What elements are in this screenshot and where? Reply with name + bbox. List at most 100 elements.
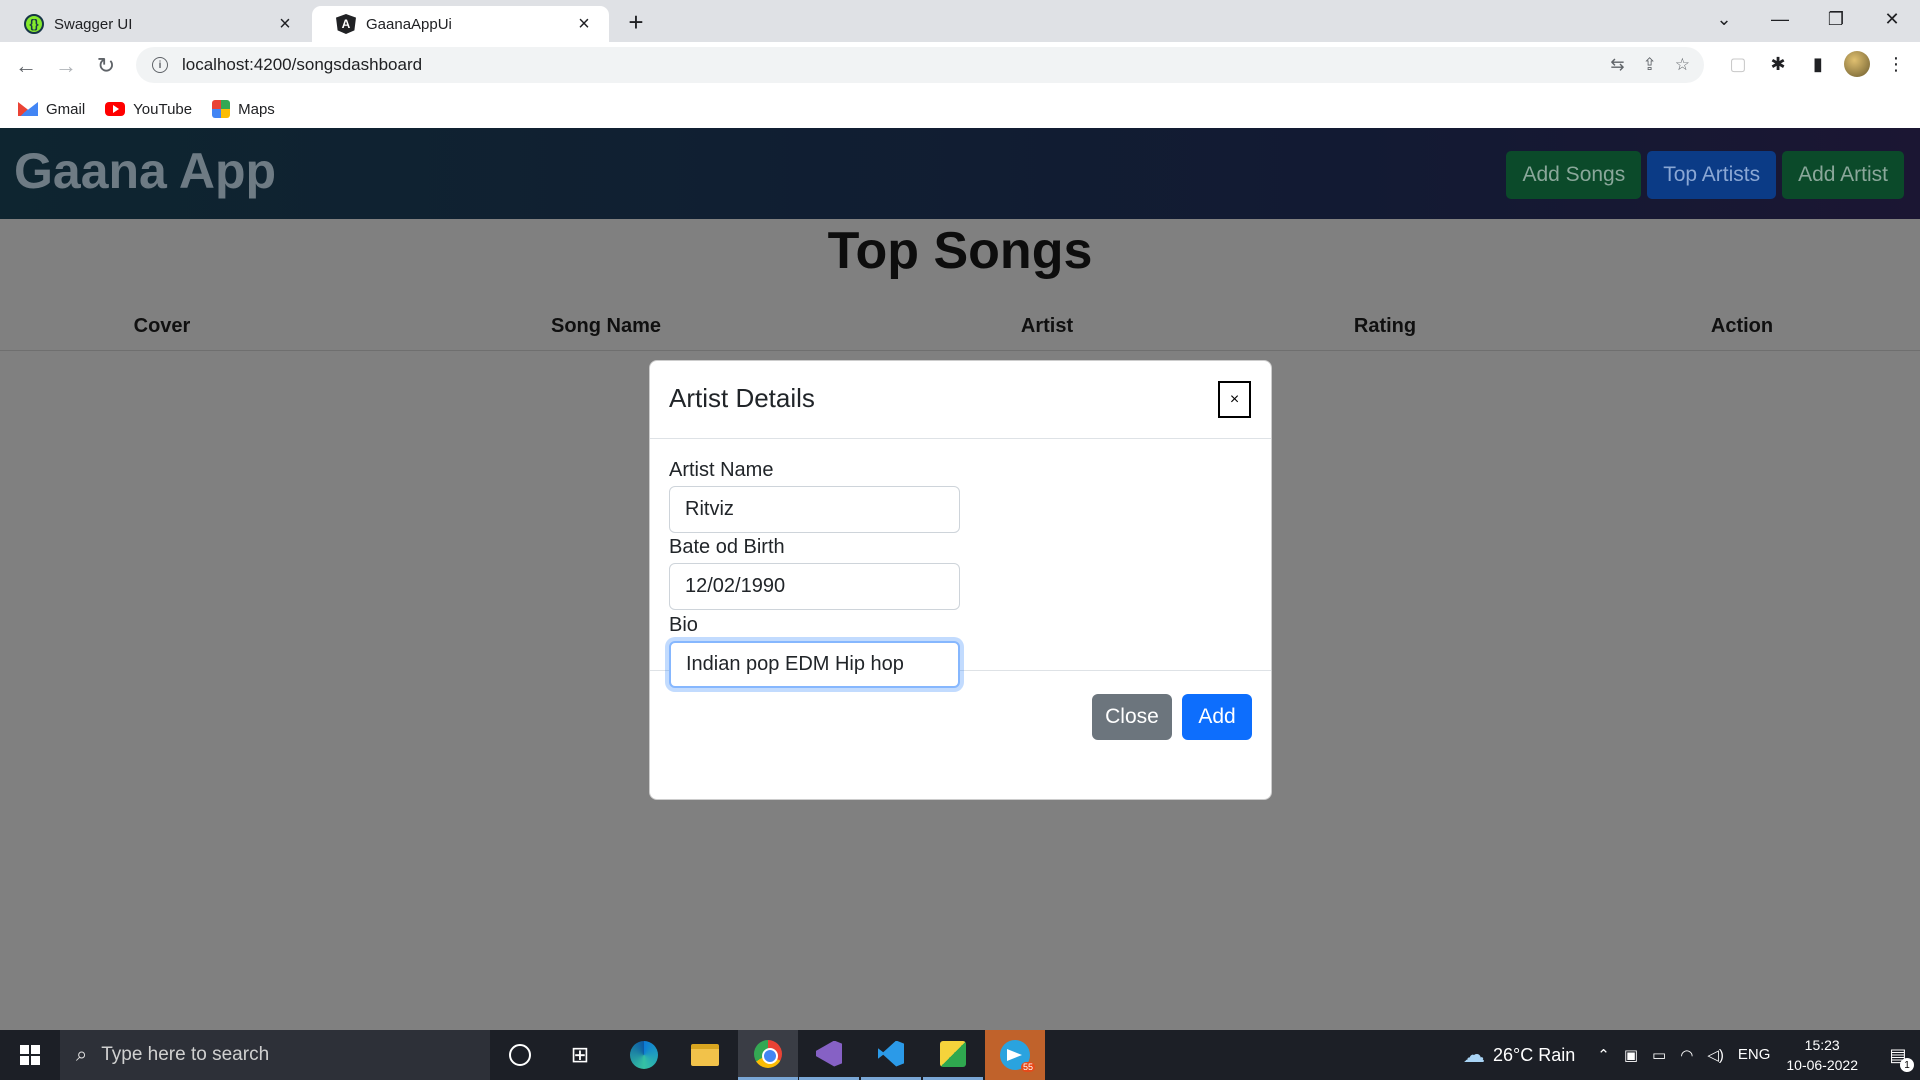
visual-studio-icon — [816, 1040, 842, 1067]
minimize-icon[interactable]: — — [1752, 0, 1808, 38]
tab-swagger-ui[interactable]: {} Swagger UI × — [0, 6, 310, 42]
top-artists-button[interactable]: Top Artists — [1647, 151, 1777, 199]
forward-icon[interactable]: → — [50, 50, 82, 82]
modal-body: Artist Name Ritviz Bate od Birth 12/02/1… — [650, 439, 1271, 688]
telegram-badge: 55 — [1020, 1062, 1035, 1072]
date-of-birth-label: Bate od Birth — [669, 536, 785, 558]
close-button[interactable]: Close — [1092, 694, 1172, 740]
taskbar-clock[interactable]: 15:23 10-06-2022 — [1786, 1035, 1858, 1075]
add-songs-button[interactable]: Add Songs — [1506, 151, 1642, 199]
url-text[interactable]: localhost:4200/songsdashboard — [182, 55, 422, 75]
extension-icon[interactable]: ▢ — [1724, 50, 1752, 78]
column-header-action: Action — [1710, 315, 1774, 337]
share-icon[interactable]: ⇪ — [1643, 55, 1657, 75]
add-artist-button[interactable]: Add Artist — [1782, 151, 1904, 199]
clock-date: 10-06-2022 — [1786, 1057, 1858, 1073]
bookmark-label: Maps — [238, 100, 275, 118]
bookmark-gmail[interactable]: Gmail — [18, 101, 85, 118]
back-icon[interactable]: ← — [10, 50, 42, 82]
visual-studio-taskbar-button[interactable] — [799, 1030, 859, 1080]
column-header-artist: Artist — [1020, 315, 1074, 337]
task-view-icon: ⊞ — [570, 1042, 590, 1067]
window-controls: ⌄ — ❐ ✕ — [1696, 0, 1920, 38]
swagger-favicon-icon: {} — [24, 14, 44, 34]
taskbar-search-box[interactable]: ⌕ Type here to search — [60, 1030, 490, 1080]
tab-title: GaanaAppUi — [366, 15, 452, 33]
vscode-icon — [878, 1040, 904, 1067]
artist-details-modal: Artist Details × Artist Name Ritviz Bate… — [649, 360, 1272, 800]
volume-icon[interactable]: ◁) — [1707, 1046, 1724, 1064]
browser-tabstrip: {} Swagger UI × A GaanaAppUi × + ⌄ — ❐ ✕ — [0, 0, 1920, 42]
system-tray: ☁ 26°C Rain ⌃ ▣ ▭ ◠ ◁) ENG 15:23 10-06-2… — [1463, 1030, 1920, 1080]
chrome-taskbar-button[interactable] — [738, 1030, 798, 1080]
more-menu-icon[interactable]: ⋮ — [1882, 50, 1910, 78]
telegram-taskbar-button[interactable]: 55 — [985, 1030, 1045, 1080]
extensions-puzzle-icon[interactable]: ✱ — [1764, 50, 1792, 78]
notification-count: 1 — [1900, 1058, 1914, 1072]
page-title: Top Songs — [827, 222, 1093, 280]
tab-close-icon[interactable]: × — [573, 13, 595, 35]
bookmark-label: Gmail — [46, 100, 86, 118]
edge-icon — [630, 1041, 658, 1069]
gmail-icon — [18, 102, 38, 116]
file-explorer-taskbar-button[interactable] — [675, 1030, 735, 1080]
bio-label: Bio — [669, 614, 698, 636]
add-button[interactable]: Add — [1182, 694, 1252, 740]
tab-title: Swagger UI — [54, 15, 133, 33]
tool-taskbar-button[interactable] — [923, 1030, 983, 1080]
bookmark-maps[interactable]: Maps — [212, 100, 275, 118]
weather-text: 26°C Rain — [1493, 1044, 1576, 1065]
search-placeholder: Type here to search — [101, 1044, 270, 1065]
window-close-icon[interactable]: ✕ — [1864, 0, 1920, 38]
wifi-icon[interactable]: ◠ — [1680, 1046, 1693, 1064]
search-icon: ⌕ — [76, 1043, 88, 1066]
address-bar[interactable]: i localhost:4200/songsdashboard ⇆ ⇪ ☆ — [136, 47, 1704, 83]
weather-widget[interactable]: ☁ 26°C Rain — [1463, 1042, 1575, 1068]
column-header-rating: Rating — [1353, 315, 1417, 337]
bookmark-label: YouTube — [133, 100, 193, 118]
site-info-icon[interactable]: i — [152, 57, 168, 73]
vscode-taskbar-button[interactable] — [861, 1030, 921, 1080]
language-indicator[interactable]: ENG — [1738, 1046, 1771, 1064]
translate-icon[interactable]: ⇆ — [1610, 55, 1624, 75]
clock-time: 15:23 — [1804, 1037, 1840, 1053]
app-navbar: Gaana App Add Songs Top Artists Add Arti… — [0, 128, 1920, 219]
songs-table-header: Cover Song Name Artist Rating Action — [0, 311, 1920, 351]
cortana-icon — [509, 1044, 531, 1066]
task-view-button[interactable]: ⊞ — [550, 1030, 610, 1080]
artist-name-input[interactable]: Ritviz — [669, 486, 960, 533]
app-brand[interactable]: Gaana App — [14, 142, 276, 200]
new-tab-button[interactable]: + — [620, 6, 652, 38]
windows-taskbar: ⌕ Type here to search ⊞ 55 ☁ 26°C Rain ⌃… — [0, 1030, 1920, 1080]
edge-taskbar-button[interactable] — [614, 1030, 674, 1080]
modal-title: Artist Details — [669, 383, 815, 413]
artist-name-label: Artist Name — [669, 459, 774, 481]
bookmark-youtube[interactable]: YouTube — [105, 101, 192, 118]
windows-logo-icon — [20, 1045, 40, 1065]
restore-icon[interactable]: ❐ — [1808, 0, 1864, 38]
modal-footer: Close Add — [650, 671, 1271, 801]
profile-avatar[interactable] — [1844, 51, 1870, 77]
start-button[interactable] — [0, 1030, 60, 1080]
tab-gaana-app[interactable]: A GaanaAppUi × — [312, 6, 609, 42]
reload-icon[interactable]: ↻ — [90, 50, 122, 82]
angular-favicon-icon: A — [336, 14, 356, 34]
modal-header: Artist Details × — [650, 361, 1271, 439]
tab-close-icon[interactable]: × — [274, 13, 296, 35]
notification-center-button[interactable]: ▤ 1 — [1876, 1030, 1920, 1080]
date-of-birth-input[interactable]: 12/02/1990 — [669, 563, 960, 610]
show-hidden-icons-icon[interactable]: ⌃ — [1597, 1046, 1610, 1064]
app-tool-icon — [940, 1040, 966, 1067]
column-header-cover: Cover — [133, 315, 191, 337]
side-panel-icon[interactable]: ▮ — [1804, 50, 1832, 78]
folder-icon — [691, 1044, 719, 1066]
cortana-button[interactable] — [490, 1030, 550, 1080]
tab-search-icon[interactable]: ⌄ — [1696, 0, 1752, 38]
battery-icon[interactable]: ▭ — [1652, 1046, 1666, 1064]
maps-icon — [212, 100, 231, 118]
modal-close-icon[interactable]: × — [1218, 381, 1251, 418]
bookmark-star-icon[interactable]: ☆ — [1675, 55, 1690, 75]
meet-now-icon[interactable]: ▣ — [1624, 1046, 1638, 1064]
rain-cloud-icon: ☁ — [1463, 1042, 1486, 1067]
youtube-icon — [105, 102, 126, 116]
